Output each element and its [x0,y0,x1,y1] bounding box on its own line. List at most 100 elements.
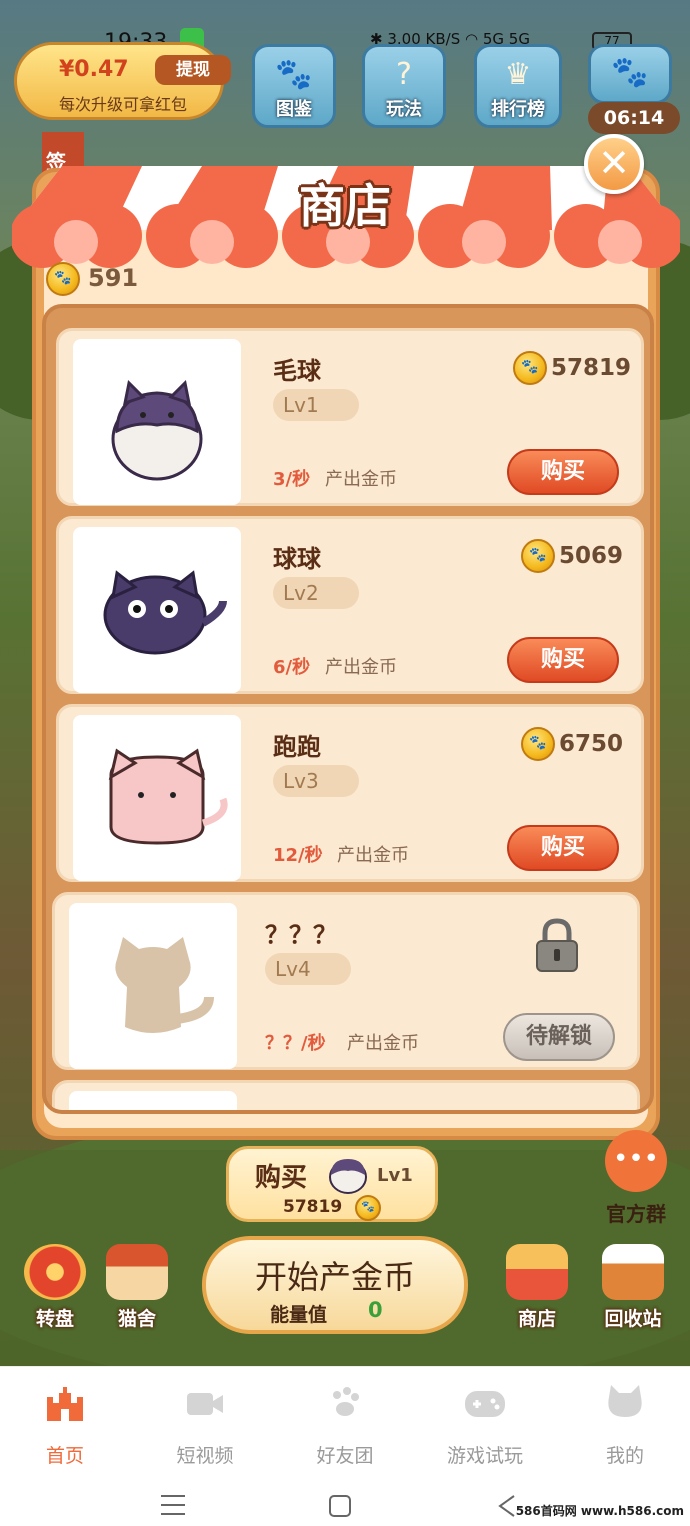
official-group-button[interactable]: ••• 官方群 [596,1130,676,1227]
coin-icon [521,727,555,761]
item-rate: ？？/秒 [265,1033,326,1054]
buy-button[interactable]: 购买 [507,449,619,495]
nav-friends[interactable]: 好友团 [285,1383,405,1468]
recycle-bin-icon [602,1244,664,1300]
wifi-icon: ◠ [465,30,483,48]
official-group-label: 官方群 [606,1202,666,1226]
level-badge: Lv4 [265,953,351,985]
coin-icon [46,262,80,296]
level-badge: Lv3 [273,765,359,797]
item-price-value: 5069 [559,543,624,569]
timer-badge: 06:14 [588,102,680,134]
cat-face-icon [608,1385,642,1417]
item-name: 跑跑 [273,733,321,761]
castle-icon [47,1387,83,1421]
buy-button[interactable]: 购买 [507,825,619,871]
item-price-value: 6750 [559,731,624,757]
pink-cat-icon [108,748,228,845]
pet-image-qiuqiu [73,527,241,693]
leaderboard-label: 排行榜 [491,99,545,120]
gamepad-icon [465,1391,505,1417]
item-rate: 12/秒 [273,845,323,866]
video-camera-icon [187,1393,223,1415]
shop-item: 跑跑 Lv3 6750 12/秒 产出金币 购买 [56,704,644,882]
menu-icon[interactable] [160,1494,186,1516]
nav-friends-label: 好友团 [316,1445,374,1467]
energy-label: 能量值 [270,1304,328,1326]
level-badge: Lv2 [273,577,359,609]
shop-item-locked: ？？？ [52,1080,640,1110]
item-rate: 3/秒 [273,469,311,490]
energy-value: 0 [368,1298,383,1322]
bottom-nav: 首页 短视频 好友团 游戏试玩 我的 [0,1366,690,1470]
shop-label: 商店 [517,1308,556,1330]
collection-button[interactable]: 🐾 图鉴 [252,44,336,128]
nav-game-trial[interactable]: 游戏试玩 [425,1383,545,1468]
rate-label: 产出金币 [337,845,409,866]
pet-image-unknown [69,1091,237,1110]
item-name: ？？？ [265,921,337,949]
collection-icon: 🐾 [275,57,313,92]
gameplay-button[interactable]: ? 玩法 [362,44,446,128]
wheel-icon [24,1244,86,1300]
close-icon: ✕ [598,141,630,185]
gameplay-label: 玩法 [386,99,422,120]
cat-egg-icon [111,379,203,481]
shop-item: 球球 Lv2 5069 6/秒 产出金币 购买 [56,516,644,694]
close-button[interactable]: ✕ [584,134,644,194]
money-amount: ¥0.47 [59,57,129,82]
purple-cat-icon [103,570,227,655]
shop-list[interactable]: 毛球 Lv1 57819 3/秒 产出金币 购买 球球 Lv2 5069 6/秒… [42,304,654,1114]
buy-button[interactable]: 购买 [507,637,619,683]
coin-balance-value: 591 [88,264,139,292]
pet-image-maoqiu [73,339,241,505]
nav-home-label: 首页 [45,1445,84,1467]
coin-icon [521,539,555,573]
coin-icon [355,1195,381,1221]
quick-buy-level: Lv1 [377,1165,413,1186]
withdraw-button[interactable]: 提现 [155,55,231,85]
house-icon [106,1244,168,1300]
cattery-button[interactable]: 猫舍 [94,1244,180,1330]
back-icon[interactable] [496,1494,518,1518]
item-name: ？？？ [265,1103,337,1110]
cat-egg-icon [329,1159,367,1194]
coin-bonus-button[interactable]: 🐾 [588,44,672,104]
money-note: 每次升级可拿红包 [59,95,188,114]
shop-title: 商店 [299,179,391,233]
wheel-label: 转盘 [35,1308,74,1330]
nav-mine[interactable]: 我的 [565,1383,685,1468]
recycle-button[interactable]: 回收站 [590,1244,676,1330]
paws-icon [333,1387,359,1416]
chat-bubble-icon: ••• [605,1130,667,1192]
item-name: 毛球 [273,357,321,385]
collection-label: 图鉴 [276,99,312,120]
shop-stall-icon [506,1244,568,1300]
rate-label: 产出金币 [325,657,397,678]
locked-button[interactable]: 待解锁 [503,1013,615,1061]
money-pill[interactable]: ¥0.47 提现 每次升级可拿红包 [14,42,231,120]
nav-short-video[interactable]: 短视频 [145,1383,265,1468]
watermark: 586首码网 www.h586.com [515,1504,684,1518]
lock-icon [536,918,578,972]
start-label: 开始产金币 [254,1258,415,1296]
question-book-icon: ? [396,57,412,92]
leaderboard-button[interactable]: ♛ 排行榜 [474,44,562,128]
coin-icon [513,351,547,385]
quick-buy-button[interactable]: 购买 Lv1 57819 [226,1146,438,1222]
nav-mine-label: 我的 [605,1445,644,1467]
system-navigation: 586首码网 www.h586.com [0,1470,690,1526]
home-icon[interactable] [328,1494,352,1518]
nav-short-video-label: 短视频 [176,1445,234,1467]
coin-paw-icon: 🐾 [611,55,649,90]
recycle-label: 回收站 [604,1308,662,1330]
item-name: 球球 [273,545,321,573]
start-producing-button[interactable]: 开始产金币 能量值 0 [202,1236,468,1334]
shop-button[interactable]: 商店 [494,1244,580,1330]
nav-home[interactable]: 首页 [5,1383,125,1468]
rate-label: 产出金币 [347,1033,419,1054]
wheel-button[interactable]: 转盘 [12,1244,98,1330]
item-rate: 6/秒 [273,657,311,678]
item-price-value: 57819 [551,355,632,381]
cat-silhouette-icon [115,937,214,1033]
